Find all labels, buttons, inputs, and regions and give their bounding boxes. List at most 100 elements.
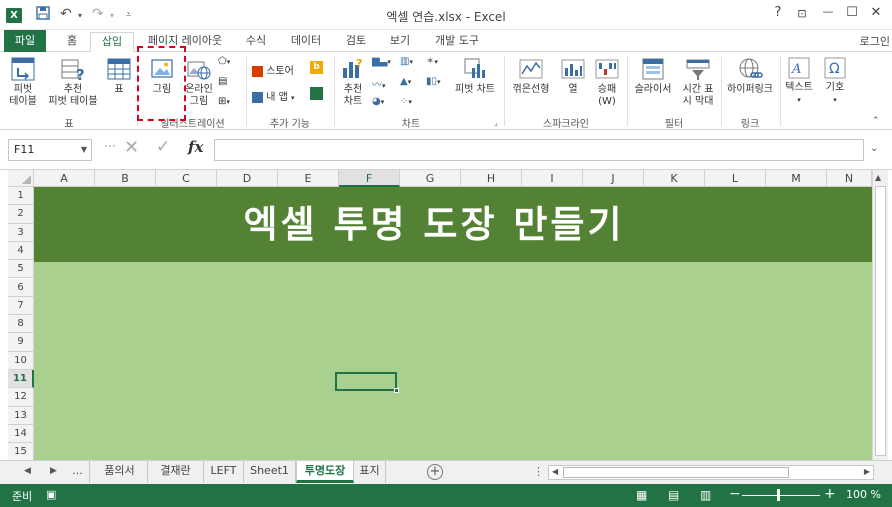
column-header[interactable]: J [583, 170, 644, 187]
row-header[interactable]: 6 [8, 278, 34, 297]
more-sheets-button[interactable]: ... [66, 461, 90, 483]
sheet-tab[interactable]: 투명도장 [296, 461, 354, 483]
screenshot-icon[interactable]: ⊞▾ [218, 96, 230, 107]
prev-sheet-icon[interactable]: ◀ [24, 466, 31, 476]
combo-chart-icon[interactable]: ▮▯▾ [426, 76, 441, 87]
row-header[interactable]: 10 [8, 351, 34, 370]
row-header[interactable]: 3 [8, 223, 34, 242]
formula-bar-grip-icon[interactable]: ⋮ [103, 140, 117, 150]
horizontal-scrollbar[interactable]: ◀ ▶ [548, 465, 874, 480]
tab-view[interactable]: 보기 [380, 32, 420, 52]
timeline-button[interactable]: 시간 표 시 막대 [678, 56, 718, 108]
row-header[interactable]: 13 [8, 406, 34, 425]
sheet-tab[interactable]: 결재란 [148, 461, 204, 483]
smartart-icon[interactable]: ▤ [218, 76, 227, 87]
table-button[interactable]: 표 [104, 56, 134, 96]
next-sheet-icon[interactable]: ▶ [50, 466, 57, 476]
undo-icon[interactable]: ↶ [60, 6, 72, 22]
column-header[interactable]: A [34, 170, 95, 187]
row-header[interactable]: 1 [8, 187, 34, 206]
row-header[interactable]: 7 [8, 296, 34, 316]
waterfall-chart-icon[interactable]: ✶▾ [426, 56, 438, 67]
tab-insert[interactable]: 삽입 [90, 32, 134, 52]
pie-chart-icon[interactable]: ◕▾ [372, 96, 384, 107]
vertical-scroll-thumb[interactable] [875, 186, 886, 456]
row-header[interactable]: 4 [8, 241, 34, 261]
tab-file[interactable]: 파일 [4, 30, 46, 52]
page-layout-view-icon[interactable]: ▤ [668, 488, 679, 502]
tab-page-layout[interactable]: 페이지 레이아웃 [138, 32, 232, 52]
column-header[interactable]: N [827, 170, 872, 187]
collapse-ribbon-icon[interactable]: ⌃ [872, 116, 880, 126]
sheet-tab[interactable]: Sheet1 [244, 461, 296, 483]
sign-in-link[interactable]: 로그인 [860, 33, 890, 49]
customize-quick-access-icon[interactable]: ⩡ [126, 10, 131, 20]
column-header[interactable]: K [644, 170, 705, 187]
enter-check-icon[interactable]: ✓ [156, 137, 170, 157]
column-header[interactable]: D [217, 170, 278, 187]
slicer-button[interactable]: 슬라이서 [630, 56, 676, 96]
column-header[interactable]: M [766, 170, 827, 187]
sparkline-winloss-button[interactable]: 승패 (W) [592, 56, 622, 108]
column-header[interactable]: C [156, 170, 217, 187]
store-button[interactable]: 스토어 [252, 62, 294, 77]
zoom-slider[interactable] [742, 495, 820, 496]
bing-maps-button[interactable]: b [310, 61, 323, 74]
select-all-button[interactable] [8, 170, 34, 187]
column-chart-icon[interactable]: ▆▃▾ [372, 56, 391, 67]
ribbon-display-options-button[interactable]: ⊡ [792, 7, 812, 20]
row-header[interactable]: 14 [8, 424, 34, 444]
worksheet-grid[interactable]: ABCDEFGHIJKLMN 1 2 3 4 5 6 7 8 9 10 11 12 13 14 15 엑셀 … [0, 170, 892, 460]
recommended-pivot-table-button[interactable]: ? 추천 피벗 테이블 [44, 56, 102, 108]
tab-split-handle-icon[interactable]: ⋮ [533, 465, 544, 478]
column-header[interactable]: E [278, 170, 339, 187]
scroll-right-icon[interactable]: ▶ [864, 467, 870, 476]
pivot-chart-button[interactable]: 피벗 차트 [452, 56, 498, 96]
recommended-charts-button[interactable]: ? 추천 차트 [338, 56, 368, 108]
column-header[interactable]: G [400, 170, 461, 187]
help-button[interactable]: ? [768, 5, 788, 20]
save-icon[interactable] [36, 6, 50, 24]
people-graph-button[interactable] [310, 87, 323, 103]
zoom-out-button[interactable]: − [729, 486, 741, 502]
zoom-in-button[interactable]: + [824, 486, 836, 502]
column-header[interactable]: H [461, 170, 522, 187]
expand-formula-bar-icon[interactable]: ⌄ [870, 143, 878, 154]
close-button[interactable]: ✕ [866, 5, 886, 20]
column-header[interactable]: I [522, 170, 583, 187]
column-header[interactable]: B [95, 170, 156, 187]
row-header[interactable]: 5 [8, 260, 34, 279]
shapes-icon[interactable]: ⬠▾ [218, 56, 230, 67]
tab-data[interactable]: 데이터 [282, 32, 330, 52]
add-sheet-button[interactable]: + [427, 464, 443, 480]
redo-icon[interactable]: ↷ [92, 6, 104, 22]
name-box[interactable]: F11 ▼ [8, 139, 92, 161]
scatter-chart-icon[interactable]: ⁘▾ [400, 96, 412, 107]
redo-dropdown-icon[interactable]: ▾ [110, 11, 114, 20]
horizontal-scroll-thumb[interactable] [563, 467, 789, 478]
page-break-view-icon[interactable]: ▥ [700, 488, 711, 502]
sparkline-line-button[interactable]: 꺾은선형 [508, 56, 554, 96]
symbols-button[interactable]: Ω 기호 ▾ [820, 56, 850, 106]
tab-review[interactable]: 검토 [336, 32, 376, 52]
charts-dialog-launcher-icon[interactable]: ⌟ [494, 118, 498, 127]
hyperlink-button[interactable]: 하이퍼링크 [724, 56, 776, 96]
text-button[interactable]: A 텍스트 ▾ [782, 56, 816, 106]
maximize-button[interactable]: ☐ [842, 5, 862, 20]
active-cell-f11[interactable] [335, 372, 399, 393]
hierarchy-chart-icon[interactable]: ▥▾ [400, 56, 413, 67]
cancel-icon[interactable]: ✕ [124, 137, 139, 158]
fill-handle[interactable] [394, 388, 399, 393]
filled-cells[interactable] [34, 262, 872, 460]
my-apps-button[interactable]: 내 앱 ▾ [252, 88, 294, 103]
sheet-tab[interactable]: LEFT [204, 461, 244, 483]
sheet-tab[interactable]: 품의서 [92, 461, 148, 483]
macro-recording-icon[interactable]: ▣ [46, 488, 56, 501]
minimize-button[interactable]: — [818, 5, 838, 18]
sheet-tab[interactable]: 표지 [354, 461, 386, 483]
sparkline-column-button[interactable]: 열 [556, 56, 590, 96]
vertical-scrollbar[interactable]: ▲ [872, 170, 888, 460]
tab-home[interactable]: 홈 [54, 32, 90, 52]
undo-dropdown-icon[interactable]: ▾ [78, 11, 82, 20]
zoom-slider-thumb[interactable] [777, 489, 780, 501]
